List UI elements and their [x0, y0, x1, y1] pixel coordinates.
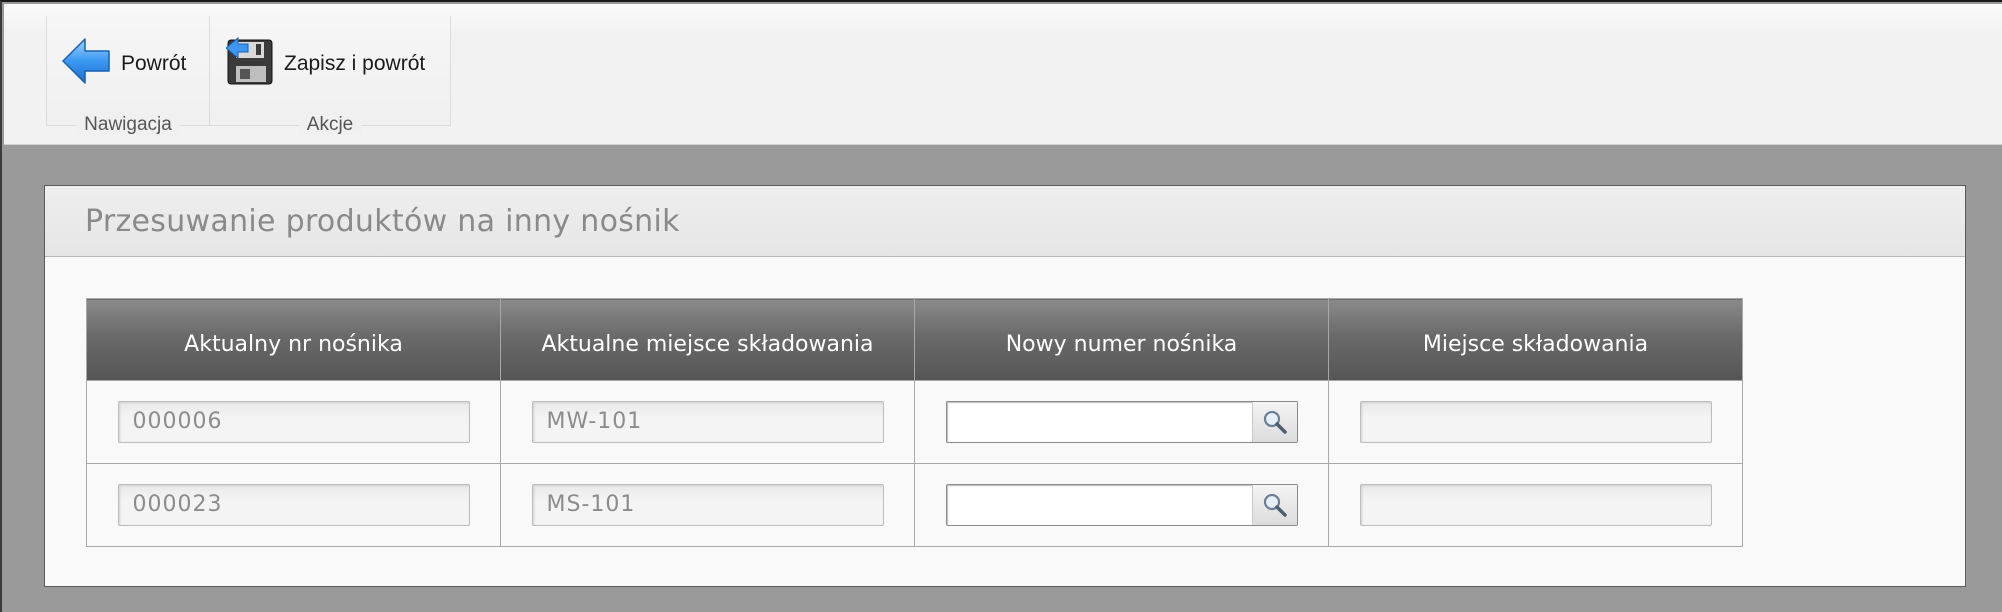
back-button[interactable]: Powrót — [61, 36, 186, 92]
table-row: 000006 MW-101 — [86, 380, 1743, 464]
current-location-field: MW-101 — [531, 401, 884, 443]
magnifier-icon — [1263, 410, 1287, 434]
save-and-back-label: Zapisz i powrót — [284, 52, 426, 75]
column-header-current-location: Aktualne miejsce składowania — [500, 298, 915, 381]
new-carrier-input[interactable] — [946, 402, 1252, 442]
ribbon-toolbar: Powrót Nawigacja Zapisz i powrót Akcje — [4, 4, 2002, 145]
panel-title: Przesuwanie produktów na inny nośnik — [85, 203, 680, 239]
magnifier-icon — [1263, 493, 1287, 517]
cell-new-carrier — [914, 463, 1329, 547]
cell-current-location: MS-101 — [500, 463, 915, 547]
ribbon-group-actions: Zapisz i powrót Akcje — [209, 16, 451, 135]
column-header-current-carrier: Aktualny nr nośnika — [86, 298, 501, 381]
carrier-table: Aktualny nr nośnika Aktualne miejsce skł… — [86, 298, 1743, 547]
column-header-new-carrier: Nowy numer nośnika — [914, 298, 1329, 381]
current-carrier-field: 000006 — [117, 401, 470, 443]
current-location-field: MS-101 — [531, 484, 884, 526]
group-label-navigation: Nawigacja — [47, 114, 209, 136]
ribbon-group-navigation: Powrót Nawigacja — [46, 16, 210, 135]
cell-current-carrier: 000006 — [86, 380, 501, 464]
group-label-actions: Akcje — [210, 114, 450, 136]
location-field — [1359, 401, 1712, 443]
new-carrier-lookup — [945, 401, 1298, 443]
column-header-location: Miejsce składowania — [1328, 298, 1743, 381]
new-carrier-lookup — [945, 484, 1298, 526]
table-header-row: Aktualny nr nośnika Aktualne miejsce skł… — [86, 298, 1743, 381]
save-and-back-button[interactable]: Zapisz i powrót — [225, 36, 426, 92]
current-carrier-field: 000023 — [117, 484, 470, 526]
new-carrier-input[interactable] — [946, 485, 1252, 525]
panel-header: Przesuwanie produktów na inny nośnik — [45, 186, 1965, 257]
floppy-disk-icon — [225, 36, 276, 92]
table-row: 000023 MS-101 — [86, 463, 1743, 547]
lookup-button[interactable] — [1251, 485, 1297, 525]
app-window: Powrót Nawigacja Zapisz i powrót Akcje P… — [0, 0, 2002, 612]
arrow-left-icon — [61, 35, 113, 93]
move-products-panel: Przesuwanie produktów na inny nośnik Akt… — [44, 185, 1966, 587]
cell-new-carrier — [914, 380, 1329, 464]
lookup-button[interactable] — [1251, 402, 1297, 442]
back-button-label: Powrót — [121, 52, 187, 75]
cell-location — [1328, 380, 1743, 464]
cell-current-carrier: 000023 — [86, 463, 501, 547]
location-field — [1359, 484, 1712, 526]
cell-current-location: MW-101 — [500, 380, 915, 464]
cell-location — [1328, 463, 1743, 547]
